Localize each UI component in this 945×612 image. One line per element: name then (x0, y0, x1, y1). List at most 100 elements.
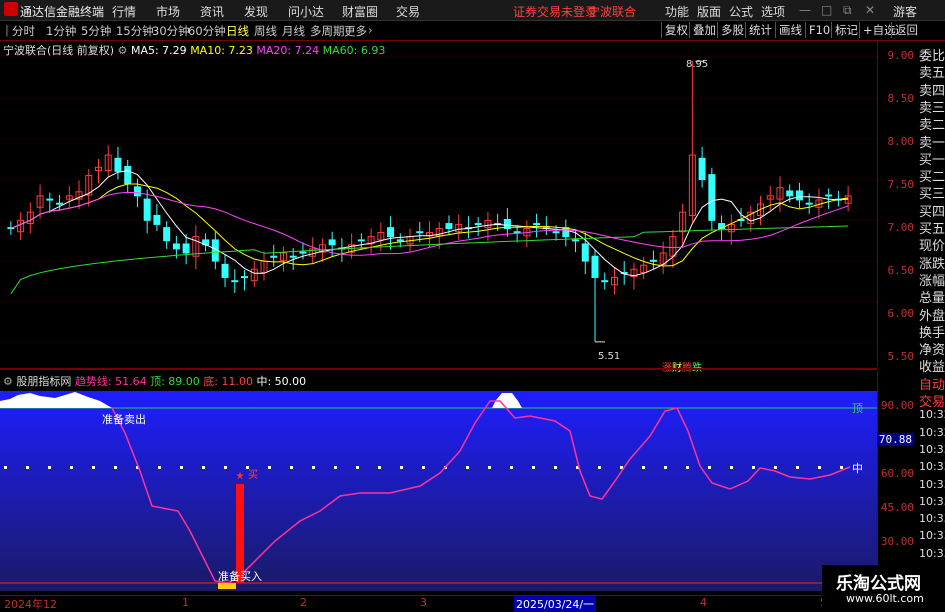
tool-back[interactable]: 返回 (891, 22, 921, 38)
side-label[interactable]: 10:33 (919, 547, 945, 560)
period-1min[interactable]: 1分钟 (46, 23, 76, 39)
side-label[interactable]: 买四 (919, 201, 945, 220)
ind-tick: 90.00 (880, 399, 914, 412)
side-label[interactable]: 卖三 (919, 97, 945, 116)
tool-draw[interactable]: 画线 (775, 22, 805, 38)
date-tick: 2 (300, 596, 307, 609)
candle-body (231, 280, 239, 283)
side-label[interactable]: 涨跌 (919, 253, 945, 272)
tool-fuquan[interactable]: 复权 (661, 22, 691, 38)
settings-gear-icon[interactable]: ⚙ (118, 44, 128, 57)
ind-current-value: 70.88 (876, 433, 914, 446)
menu-item-news[interactable]: 资讯 (200, 3, 224, 20)
mid-dot (730, 466, 733, 469)
mid-level-label: 中: 50.00 (256, 375, 307, 388)
side-label[interactable]: 10:33 (919, 512, 945, 525)
period-30min[interactable]: 30分钟 (152, 23, 190, 39)
side-label[interactable]: 净资 (919, 339, 945, 358)
tool-stats[interactable]: 统计 (745, 22, 775, 38)
side-label[interactable]: 交易 (919, 391, 945, 410)
side-label[interactable]: 10:32 (919, 408, 945, 421)
price-tick: 6.50 (887, 264, 915, 277)
tool-overlay[interactable]: 叠加 (689, 22, 719, 38)
candlestick-chart[interactable] (0, 41, 877, 367)
side-label[interactable]: 现价 (919, 235, 945, 254)
restore-icon[interactable]: ⧉ (843, 3, 852, 18)
period-monthly[interactable]: 月线 (282, 23, 305, 39)
close-icon[interactable]: ✕ (865, 3, 875, 17)
menu-item-assistant[interactable]: 问小达 (288, 3, 324, 20)
menu-item-market[interactable]: 行情 (112, 3, 136, 20)
side-label[interactable]: 涨幅 (919, 270, 945, 289)
maximize-icon[interactable]: □ (821, 3, 832, 17)
side-label[interactable]: 10:33 (919, 495, 945, 508)
period-multi[interactable]: 多周期 (310, 23, 345, 39)
period-15min[interactable]: 15分钟 (116, 23, 154, 39)
candle-body (474, 223, 482, 226)
side-label[interactable]: 自动 (919, 374, 945, 393)
period-more[interactable]: 更多 (344, 23, 367, 39)
indicator-name[interactable]: 股朋指标网 (16, 375, 71, 388)
side-label[interactable]: 外盘 (919, 305, 945, 324)
period-daily[interactable]: 日线 (226, 23, 249, 39)
side-label[interactable]: 换手 (919, 322, 945, 341)
ind-tick: 45.00 (880, 501, 914, 514)
side-label[interactable]: 10:33 (919, 478, 945, 491)
login-notice[interactable]: 证券交易未登录 (513, 3, 597, 20)
side-label[interactable]: 卖一 (919, 132, 945, 151)
menu-item-markets[interactable]: 市场 (156, 3, 180, 20)
side-label[interactable]: 买三 (919, 183, 945, 202)
candle-body (182, 243, 190, 254)
candle-body (825, 194, 833, 197)
mid-dot (686, 466, 689, 469)
app-name: 通达信金融终端 (20, 5, 105, 19)
side-label[interactable]: 卖二 (919, 114, 945, 133)
candle-body (221, 263, 229, 278)
side-label[interactable]: 买五 (919, 218, 945, 237)
side-label[interactable]: 10:32 (919, 426, 945, 439)
mid-tag: 中 (852, 462, 863, 475)
side-label[interactable]: 买一 (919, 149, 945, 168)
tool-mark[interactable]: 标记 (831, 22, 861, 38)
mid-dot (70, 466, 73, 469)
ma5-label: MA5: 7.29 (130, 44, 187, 57)
side-label[interactable]: 收益 (919, 356, 945, 375)
chevron-right-icon[interactable]: › (368, 23, 373, 37)
panel-divider[interactable] (0, 368, 877, 370)
menu-options[interactable]: 选项 (761, 3, 785, 20)
indicator-gear-icon[interactable]: ⚙ (3, 375, 13, 388)
mid-dot (334, 466, 337, 469)
menu-layout[interactable]: 版面 (697, 3, 721, 20)
period-intraday[interactable]: 分时 (12, 23, 35, 39)
side-label[interactable]: 卖四 (919, 80, 945, 99)
side-label[interactable]: 10:33 (919, 529, 945, 542)
candlestick-panel[interactable]: 宁波联合(日线 前复权) ⚙ MA5: 7.29 MA10: 7.23 MA20… (0, 41, 877, 374)
period-5min[interactable]: 5分钟 (81, 23, 111, 39)
candle-body (56, 202, 64, 205)
indicator-panel[interactable]: ★ ⚙ 股朋指标网 趋势线: 51.64 顶: 89.00 底: 11.00 中… (0, 371, 877, 591)
minimize-icon[interactable]: — (799, 3, 811, 17)
side-label[interactable]: 10:33 (919, 443, 945, 456)
mid-dot (664, 466, 667, 469)
indicator-chart[interactable]: ★ (0, 371, 877, 591)
ind-tick: 60.00 (880, 467, 914, 480)
tool-multistock[interactable]: 多股 (717, 22, 747, 38)
candle-body (357, 239, 365, 242)
side-label[interactable]: 买二 (919, 166, 945, 185)
menu-item-discover[interactable]: 发现 (244, 3, 268, 20)
period-weekly[interactable]: 周线 (254, 23, 277, 39)
period-60min[interactable]: 60分钟 (188, 23, 226, 39)
side-label[interactable]: 总量 (919, 287, 945, 306)
side-label[interactable]: 10:33 (919, 460, 945, 473)
side-label[interactable]: 委比 (919, 45, 945, 64)
mid-dot (708, 466, 711, 469)
guest-user[interactable]: 游客 (893, 3, 917, 20)
tool-f10[interactable]: F10 (805, 22, 833, 38)
side-label[interactable]: 卖五 (919, 62, 945, 81)
menu-function[interactable]: 功能 (665, 3, 689, 20)
date-tick: 3 (420, 596, 427, 609)
menu-formula[interactable]: 公式 (729, 3, 753, 20)
menu-item-trade[interactable]: 交易 (396, 3, 420, 20)
cursor-date: 2025/03/24/一 (514, 596, 597, 612)
menu-item-wealth[interactable]: 财富圈 (342, 3, 378, 20)
